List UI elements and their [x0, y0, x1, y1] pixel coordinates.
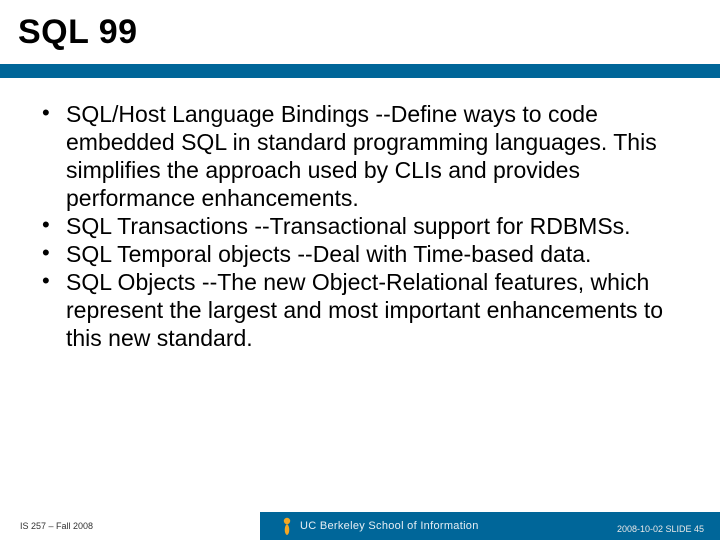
footer-date-slide: 2008-10-02 SLIDE 45 [617, 524, 704, 534]
footer-school-name: UC Berkeley School of Information [300, 520, 479, 532]
berkeley-logo-icon [280, 516, 294, 536]
slide-title: SQL 99 [18, 13, 138, 52]
list-item: SQL Transactions --Transactional support… [38, 212, 682, 240]
title-underline-band [0, 64, 720, 78]
footer-course-label: IS 257 – Fall 2008 [0, 521, 260, 531]
list-item: SQL Temporal objects --Deal with Time-ba… [38, 240, 682, 268]
slide-body: SQL/Host Language Bindings --Define ways… [0, 78, 720, 352]
list-item: SQL/Host Language Bindings --Define ways… [38, 100, 682, 212]
footer-brand-band: UC Berkeley School of Information 2008-1… [260, 512, 720, 540]
title-bar: SQL 99 [0, 0, 720, 64]
list-item: SQL Objects --The new Object-Relational … [38, 268, 682, 352]
footer: IS 257 – Fall 2008 UC Berkeley School of… [0, 512, 720, 540]
bullet-list: SQL/Host Language Bindings --Define ways… [38, 100, 682, 352]
